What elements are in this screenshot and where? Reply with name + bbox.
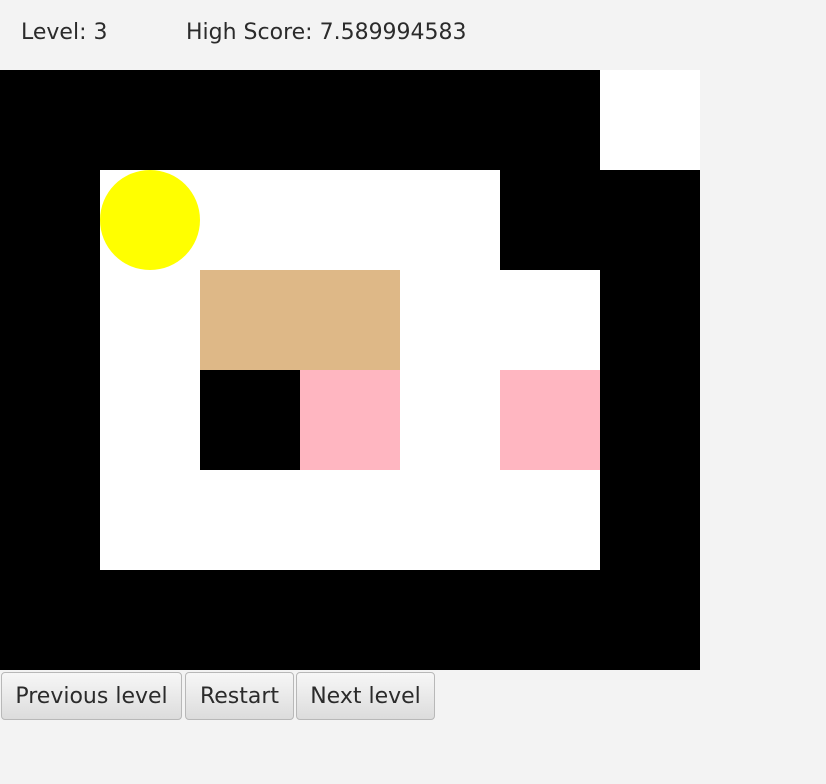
- player-icon: [100, 170, 200, 270]
- wall-tile: [600, 470, 700, 570]
- box-tile: [200, 270, 300, 370]
- previous-level-button[interactable]: Previous level: [1, 672, 182, 720]
- high-score-label: High Score: 7.589994583: [186, 20, 467, 45]
- wall-tile: [200, 570, 300, 670]
- wall-tile: [600, 270, 700, 370]
- game-board: [0, 70, 700, 670]
- wall-tile: [100, 70, 200, 170]
- level-label: Level: 3: [21, 20, 108, 45]
- wall-tile: [400, 70, 500, 170]
- wall-tile: [500, 570, 600, 670]
- floor-tile: [500, 270, 600, 370]
- floor-tile: [100, 370, 200, 470]
- wall-tile: [0, 470, 100, 570]
- floor-tile: [400, 470, 500, 570]
- wall-tile: [200, 70, 300, 170]
- wall-tile: [600, 370, 700, 470]
- wall-tile: [600, 570, 700, 670]
- floor-tile: [400, 270, 500, 370]
- wall-tile: [0, 170, 100, 270]
- wall-tile: [0, 70, 100, 170]
- wall-tile: [400, 570, 500, 670]
- wall-tile: [0, 370, 100, 470]
- goal-tile: [500, 370, 600, 470]
- wall-tile: [0, 570, 100, 670]
- box-tile: [300, 270, 400, 370]
- floor-tile: [500, 470, 600, 570]
- wall-tile: [0, 270, 100, 370]
- wall-tile: [300, 70, 400, 170]
- floor-tile: [100, 270, 200, 370]
- wall-tile: [300, 570, 400, 670]
- floor-tile: [100, 470, 200, 570]
- wall-tile: [500, 70, 600, 170]
- floor-tile: [400, 170, 500, 270]
- floor-tile: [400, 370, 500, 470]
- floor-tile: [200, 170, 300, 270]
- wall-tile: [600, 170, 700, 270]
- wall-tile: [200, 370, 300, 470]
- floor-tile: [300, 470, 400, 570]
- floor-tile: [200, 470, 300, 570]
- wall-tile: [500, 170, 600, 270]
- restart-button[interactable]: Restart: [185, 672, 294, 720]
- wall-tile: [100, 570, 200, 670]
- goal-tile: [300, 370, 400, 470]
- floor-tile: [300, 170, 400, 270]
- next-level-button[interactable]: Next level: [296, 672, 435, 720]
- floor-tile: [600, 70, 700, 170]
